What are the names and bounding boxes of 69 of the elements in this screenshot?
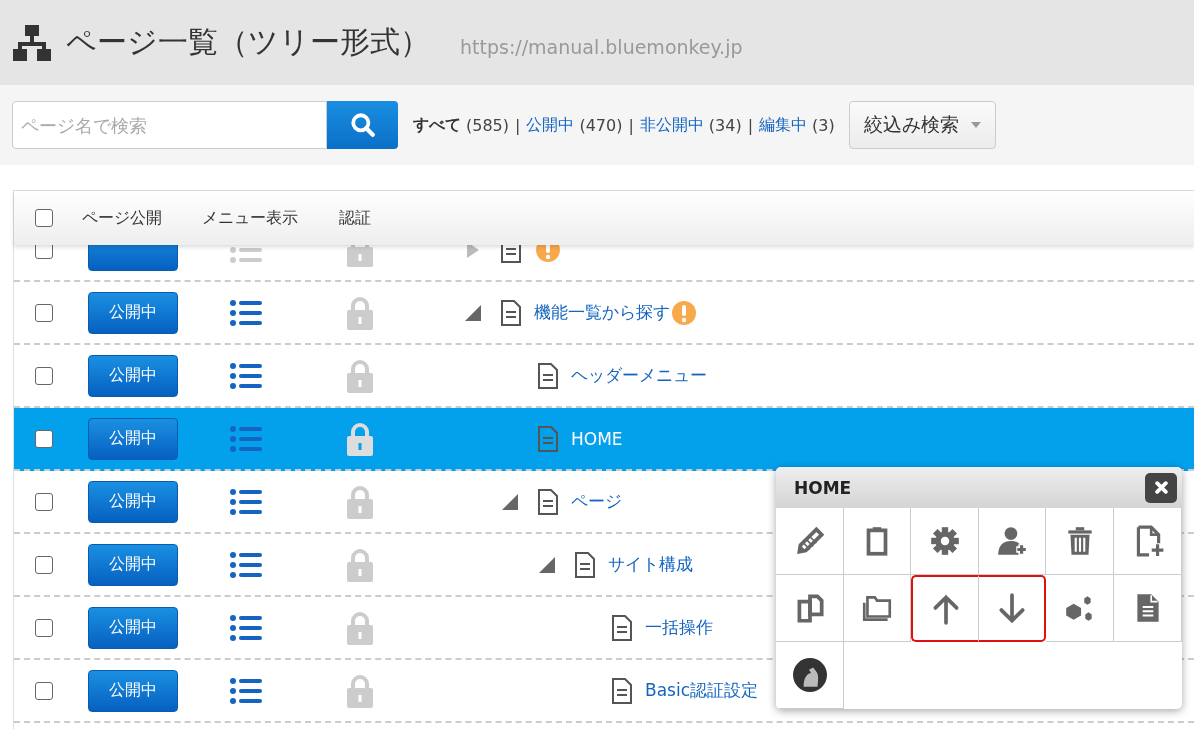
expanded-triangle-icon[interactable]: [539, 556, 555, 573]
filter-link[interactable]: 公開中: [526, 114, 575, 136]
separator: |: [747, 115, 754, 135]
document-icon: [574, 551, 596, 578]
checkbox[interactable]: [35, 618, 53, 637]
checkbox[interactable]: [35, 209, 53, 227]
filter-count: (585): [466, 115, 510, 135]
publish-status-button[interactable]: 公開中: [88, 669, 178, 712]
caret-icon: [970, 122, 981, 128]
site-url: https://manual.bluemonkey.jp: [460, 35, 743, 58]
checkbox[interactable]: [35, 245, 53, 259]
column-header: ページ公開: [82, 207, 163, 229]
list-icon[interactable]: [230, 487, 262, 516]
publish-status-button[interactable]: 公開中: [88, 354, 178, 397]
search-button[interactable]: [327, 101, 398, 149]
filter-count: (3): [812, 115, 835, 135]
list-icon[interactable]: [230, 298, 262, 327]
expanded-triangle-icon[interactable]: [502, 493, 518, 510]
action-button[interactable]: [911, 575, 979, 642]
checkbox[interactable]: [35, 303, 53, 322]
list-icon[interactable]: [230, 550, 262, 579]
checkbox[interactable]: [35, 681, 53, 700]
separator: |: [628, 115, 634, 135]
page-link[interactable]: ページ: [571, 490, 622, 513]
table-row[interactable]: 公開中 機能一覧から探す: [14, 282, 1194, 345]
checkbox[interactable]: [35, 555, 53, 574]
filter-count: (470): [579, 115, 623, 135]
document-icon: [537, 425, 559, 452]
list-icon[interactable]: [230, 613, 262, 642]
page-link[interactable]: 一括操作: [645, 616, 713, 639]
document-icon: [611, 614, 633, 641]
filter-link[interactable]: 編集中: [759, 114, 808, 136]
expanded-triangle-icon[interactable]: [465, 304, 481, 321]
publish-status-button[interactable]: 公開中: [88, 417, 178, 460]
page-link[interactable]: Basic認証設定: [645, 679, 758, 702]
checkbox[interactable]: [35, 429, 53, 448]
page-link[interactable]: 機能一覧から探す: [534, 301, 670, 324]
page-title: ページ一覧（ツリー形式）: [66, 23, 430, 61]
document-icon: [500, 299, 522, 326]
filter-count: (34): [708, 115, 742, 135]
table-row[interactable]: 公開中 HOME: [14, 408, 1194, 471]
column-header: メニュー表示: [202, 207, 299, 229]
document-icon: [537, 488, 559, 515]
publish-status-button[interactable]: 公開中: [88, 543, 178, 586]
publish-status-button[interactable]: 公開中: [88, 291, 178, 334]
document-icon: [611, 677, 633, 704]
avatar-icon: [792, 658, 827, 692]
page-link[interactable]: サイト構成: [608, 553, 693, 576]
document-icon: [537, 362, 559, 389]
column-header: 認証: [339, 207, 371, 229]
list-icon[interactable]: [230, 361, 262, 390]
publish-status-button[interactable]: 公開中: [88, 606, 178, 649]
filter-link[interactable]: 非公開中: [639, 114, 704, 136]
close-button[interactable]: [1145, 472, 1177, 503]
filter-link[interactable]: すべて: [413, 114, 461, 136]
sitemap-icon: [12, 22, 52, 63]
filter-dropdown[interactable]: 絞込み検索: [848, 101, 996, 149]
action-button[interactable]: [979, 575, 1046, 642]
user-add-icon: [995, 524, 1029, 558]
search-icon: [349, 112, 376, 138]
popup-title: HOME: [794, 477, 852, 498]
search-field[interactable]: ページ名で検索: [12, 101, 327, 149]
separator: |: [515, 115, 521, 135]
list-icon[interactable]: [230, 676, 262, 705]
close-icon: [1154, 481, 1168, 494]
page-link[interactable]: ヘッダーメニュー: [571, 364, 707, 387]
checkbox[interactable]: [35, 366, 53, 385]
checkbox[interactable]: [35, 492, 53, 511]
publish-status-button[interactable]: 公開中: [88, 480, 178, 523]
